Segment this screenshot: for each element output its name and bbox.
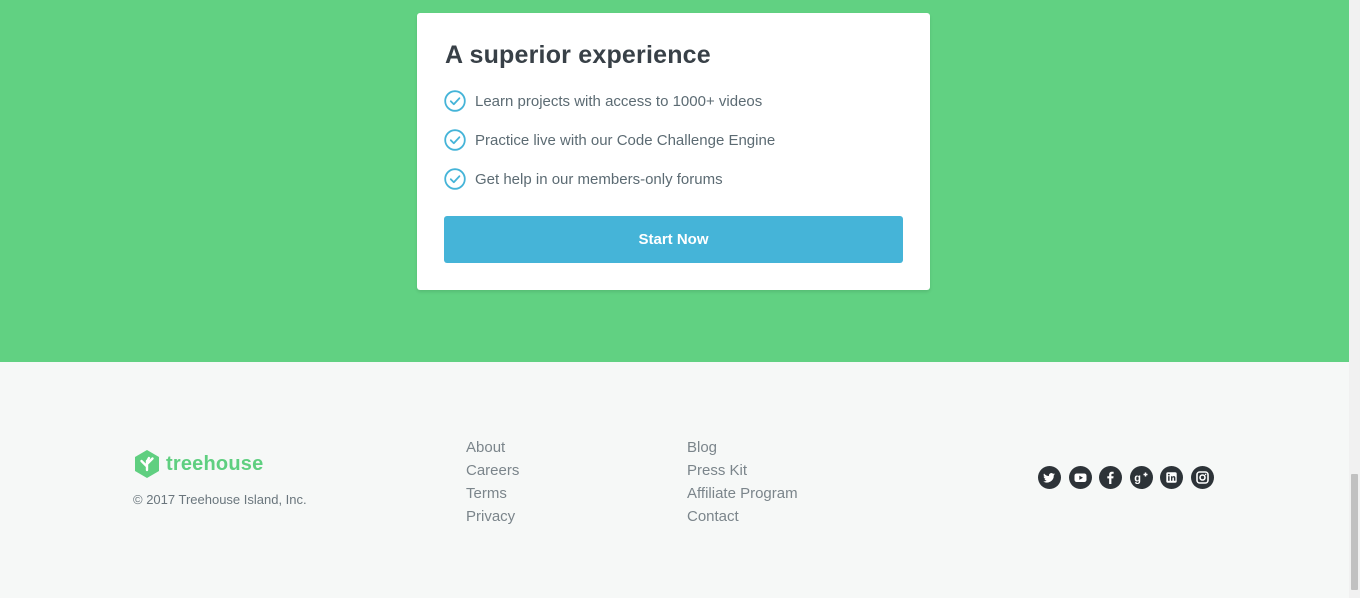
brand-name: treehouse (166, 452, 264, 475)
check-circle-icon (444, 90, 466, 112)
twitter-icon[interactable] (1038, 466, 1061, 489)
footer-link-affiliate-program[interactable]: Affiliate Program (687, 482, 798, 505)
footer-link-terms[interactable]: Terms (466, 482, 519, 505)
footer-link-press-kit[interactable]: Press Kit (687, 459, 798, 482)
feature-text: Learn projects with access to 1000+ vide… (475, 92, 763, 110)
footer-links-resources: Blog Press Kit Affiliate Program Contact (687, 436, 798, 528)
check-circle-icon (444, 129, 466, 151)
treehouse-logo[interactable]: treehouse (133, 449, 263, 479)
footer-link-contact[interactable]: Contact (687, 505, 798, 528)
svg-text:g: g (1134, 473, 1141, 485)
treehouse-leaf-icon (135, 450, 159, 478)
footer-link-privacy[interactable]: Privacy (466, 505, 519, 528)
feature-item: Practice live with our Code Challenge En… (444, 129, 775, 151)
copyright-text: © 2017 Treehouse Island, Inc. (133, 492, 307, 507)
google-plus-icon[interactable]: g (1129, 466, 1153, 489)
card-title: A superior experience (445, 41, 711, 69)
youtube-icon[interactable] (1068, 466, 1092, 489)
footer-link-blog[interactable]: Blog (687, 436, 798, 459)
feature-item: Learn projects with access to 1000+ vide… (444, 90, 762, 112)
hero-section: A superior experience Learn projects wit… (0, 0, 1349, 362)
page-scrollbar[interactable] (1349, 0, 1360, 598)
linkedin-icon[interactable] (1160, 466, 1183, 489)
footer-link-careers[interactable]: Careers (466, 459, 519, 482)
scrollbar-thumb[interactable] (1351, 474, 1358, 590)
facebook-icon[interactable] (1099, 466, 1122, 489)
footer-link-about[interactable]: About (466, 436, 519, 459)
start-now-button[interactable]: Start Now (444, 216, 903, 263)
site-footer: treehouse © 2017 Treehouse Island, Inc. … (0, 362, 1349, 598)
footer-links-company: About Careers Terms Privacy (466, 436, 519, 528)
feature-text: Get help in our members-only forums (475, 170, 723, 188)
feature-text: Practice live with our Code Challenge En… (475, 131, 776, 149)
social-links: g (1038, 466, 1221, 489)
signup-card: A superior experience Learn projects wit… (417, 13, 930, 290)
instagram-icon[interactable] (1190, 466, 1214, 489)
check-circle-icon (444, 168, 466, 190)
feature-item: Get help in our members-only forums (444, 168, 723, 190)
